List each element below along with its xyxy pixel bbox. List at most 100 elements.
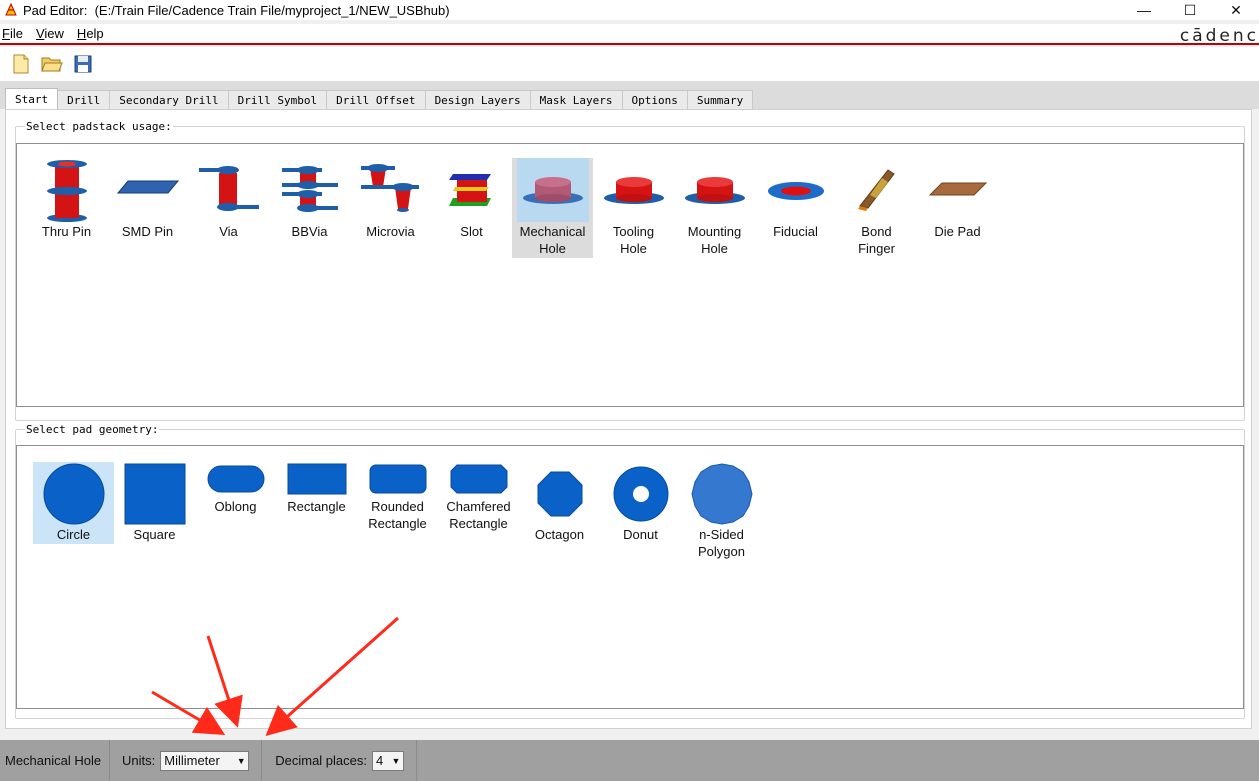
circle-icon — [43, 463, 104, 525]
chamfered-rectangle-icon — [450, 464, 507, 494]
usage-tooling-hole[interactable]: Tooling Hole — [593, 158, 674, 258]
usage-label: Tooling Hole — [612, 224, 655, 256]
start-page: Select padstack usage: Thru Pin SMD Pin … — [5, 109, 1252, 729]
geometry-label: Circle — [56, 527, 91, 542]
thru-pin-icon — [31, 158, 103, 222]
decimal-places-label: Decimal places: — [275, 753, 367, 768]
via-icon — [193, 158, 265, 222]
tab-drill[interactable]: Drill — [57, 90, 111, 109]
padstack-usage-panel: Thru Pin SMD Pin Via BBVia Microvia Slot… — [16, 143, 1244, 407]
save-button[interactable] — [71, 52, 95, 76]
usage-slot[interactable]: Slot — [431, 158, 512, 258]
geometry-label: Octagon — [534, 527, 585, 542]
geometry-octagon[interactable]: Octagon — [519, 462, 600, 560]
usage-mechanical-hole[interactable]: Mechanical Hole — [512, 158, 593, 258]
usage-label: Fiducial — [773, 224, 818, 239]
geometry-label: Rounded Rectangle — [368, 499, 427, 531]
rectangle-icon — [287, 463, 346, 495]
decimal-places-value: 4 — [376, 753, 384, 768]
geometry-label: Square — [133, 527, 176, 542]
usage-label: Bond Finger — [858, 224, 895, 256]
geometry-label: Rectangle — [287, 499, 346, 514]
usage-label: Mounting Hole — [687, 224, 742, 256]
fiducial-icon — [760, 158, 832, 222]
status-usage: Mechanical Hole — [0, 740, 110, 781]
octagon-icon — [537, 471, 582, 517]
square-icon — [124, 463, 185, 525]
bond-finger-icon — [841, 158, 913, 222]
units-select[interactable]: Millimeter ▼ — [160, 750, 250, 771]
usage-label: BBVia — [291, 224, 328, 239]
menu-help[interactable]: Help — [75, 26, 112, 41]
decimal-places-select[interactable]: 4 ▼ — [372, 750, 404, 771]
geometry-rectangle[interactable]: Rectangle — [276, 462, 357, 560]
tab-drill-symbol[interactable]: Drill Symbol — [227, 90, 328, 109]
maximize-button[interactable]: ☐ — [1167, 0, 1213, 20]
geometry-label: Chamfered Rectangle — [446, 499, 511, 531]
usage-bond-finger[interactable]: Bond Finger — [836, 158, 917, 258]
tab-design-layers[interactable]: Design Layers — [424, 90, 531, 109]
padstack-usage-label: Select padstack usage: — [25, 120, 173, 133]
usage-label: Via — [219, 224, 238, 239]
tab-secondary-drill[interactable]: Secondary Drill — [109, 90, 229, 109]
oblong-icon — [207, 465, 264, 493]
usage-bbvia[interactable]: BBVia — [269, 158, 350, 258]
units-label: Units: — [122, 753, 156, 768]
pad-geometry-group: Select pad geometry: Circle Square Oblon… — [15, 423, 1245, 719]
padstack-usage-group: Select padstack usage: Thru Pin SMD Pin … — [15, 120, 1245, 421]
tab-summary[interactable]: Summary — [686, 90, 754, 109]
menu-file[interactable]: File — [0, 26, 31, 41]
usage-fiducial[interactable]: Fiducial — [755, 158, 836, 258]
minimize-button[interactable]: — — [1121, 0, 1167, 20]
geometry-n-sided-polygon[interactable]: n-Sided Polygon — [681, 462, 762, 560]
toolbar — [0, 47, 1259, 81]
cadence-logo: cādenc — [1179, 26, 1259, 46]
menu-bar: File View Help cādenc — [0, 24, 1259, 46]
geometry-oblong[interactable]: Oblong — [195, 462, 276, 560]
usage-label: Microvia — [366, 224, 415, 239]
tab-mask-layers[interactable]: Mask Layers — [529, 90, 623, 109]
mounting-hole-icon — [679, 158, 751, 222]
slot-icon — [436, 158, 508, 222]
usage-label: Die Pad — [934, 224, 981, 239]
pad-geometry-label: Select pad geometry: — [25, 423, 160, 436]
usage-die-pad[interactable]: Die Pad — [917, 158, 998, 258]
menu-view[interactable]: View — [34, 26, 72, 41]
new-file-button[interactable] — [9, 52, 33, 76]
geometry-label: Donut — [623, 527, 658, 542]
chevron-down-icon: ▼ — [391, 755, 401, 766]
polygon-icon — [690, 463, 753, 525]
title-bar: Pad Editor: (E:/Train File/Cadence Train… — [0, 0, 1259, 20]
smd-pin-icon — [112, 158, 184, 222]
tab-start[interactable]: Start — [5, 88, 59, 109]
geometry-square[interactable]: Square — [114, 462, 195, 560]
usage-label: Thru Pin — [41, 224, 92, 239]
tooling-hole-icon — [598, 158, 670, 222]
microvia-icon — [355, 158, 427, 222]
bbvia-icon — [274, 158, 346, 222]
window-title: Pad Editor: (E:/Train File/Cadence Train… — [23, 2, 450, 18]
geometry-donut[interactable]: Donut — [600, 462, 681, 560]
usage-label: Slot — [460, 224, 483, 239]
usage-thru-pin[interactable]: Thru Pin — [26, 158, 107, 258]
tab-drill-offset[interactable]: Drill Offset — [326, 90, 426, 109]
usage-smd-pin[interactable]: SMD Pin — [107, 158, 188, 258]
open-folder-button[interactable] — [40, 52, 64, 76]
tab-options[interactable]: Options — [621, 90, 688, 109]
chevron-down-icon: ▼ — [236, 755, 246, 766]
status-bar: Mechanical Hole Units: Millimeter ▼ Deci… — [0, 740, 1259, 781]
geometry-circle[interactable]: Circle — [33, 462, 114, 544]
donut-icon — [613, 466, 668, 522]
usage-label: Mechanical Hole — [519, 224, 586, 256]
mechanical-hole-icon — [516, 158, 589, 222]
usage-via[interactable]: Via — [188, 158, 269, 258]
new-file-icon — [13, 54, 29, 74]
usage-microvia[interactable]: Microvia — [350, 158, 431, 258]
pad-geometry-panel: Circle Square Oblong Rectangle Rounded R… — [16, 445, 1244, 709]
geometry-chamfered-rectangle[interactable]: Chamfered Rectangle — [438, 462, 519, 560]
geometry-label: Oblong — [214, 499, 257, 514]
close-button[interactable]: ✕ — [1213, 0, 1259, 20]
tab-strip: Start Drill Secondary Drill Drill Symbol… — [0, 81, 1259, 109]
usage-mounting-hole[interactable]: Mounting Hole — [674, 158, 755, 258]
geometry-rounded-rectangle[interactable]: Rounded Rectangle — [357, 462, 438, 560]
